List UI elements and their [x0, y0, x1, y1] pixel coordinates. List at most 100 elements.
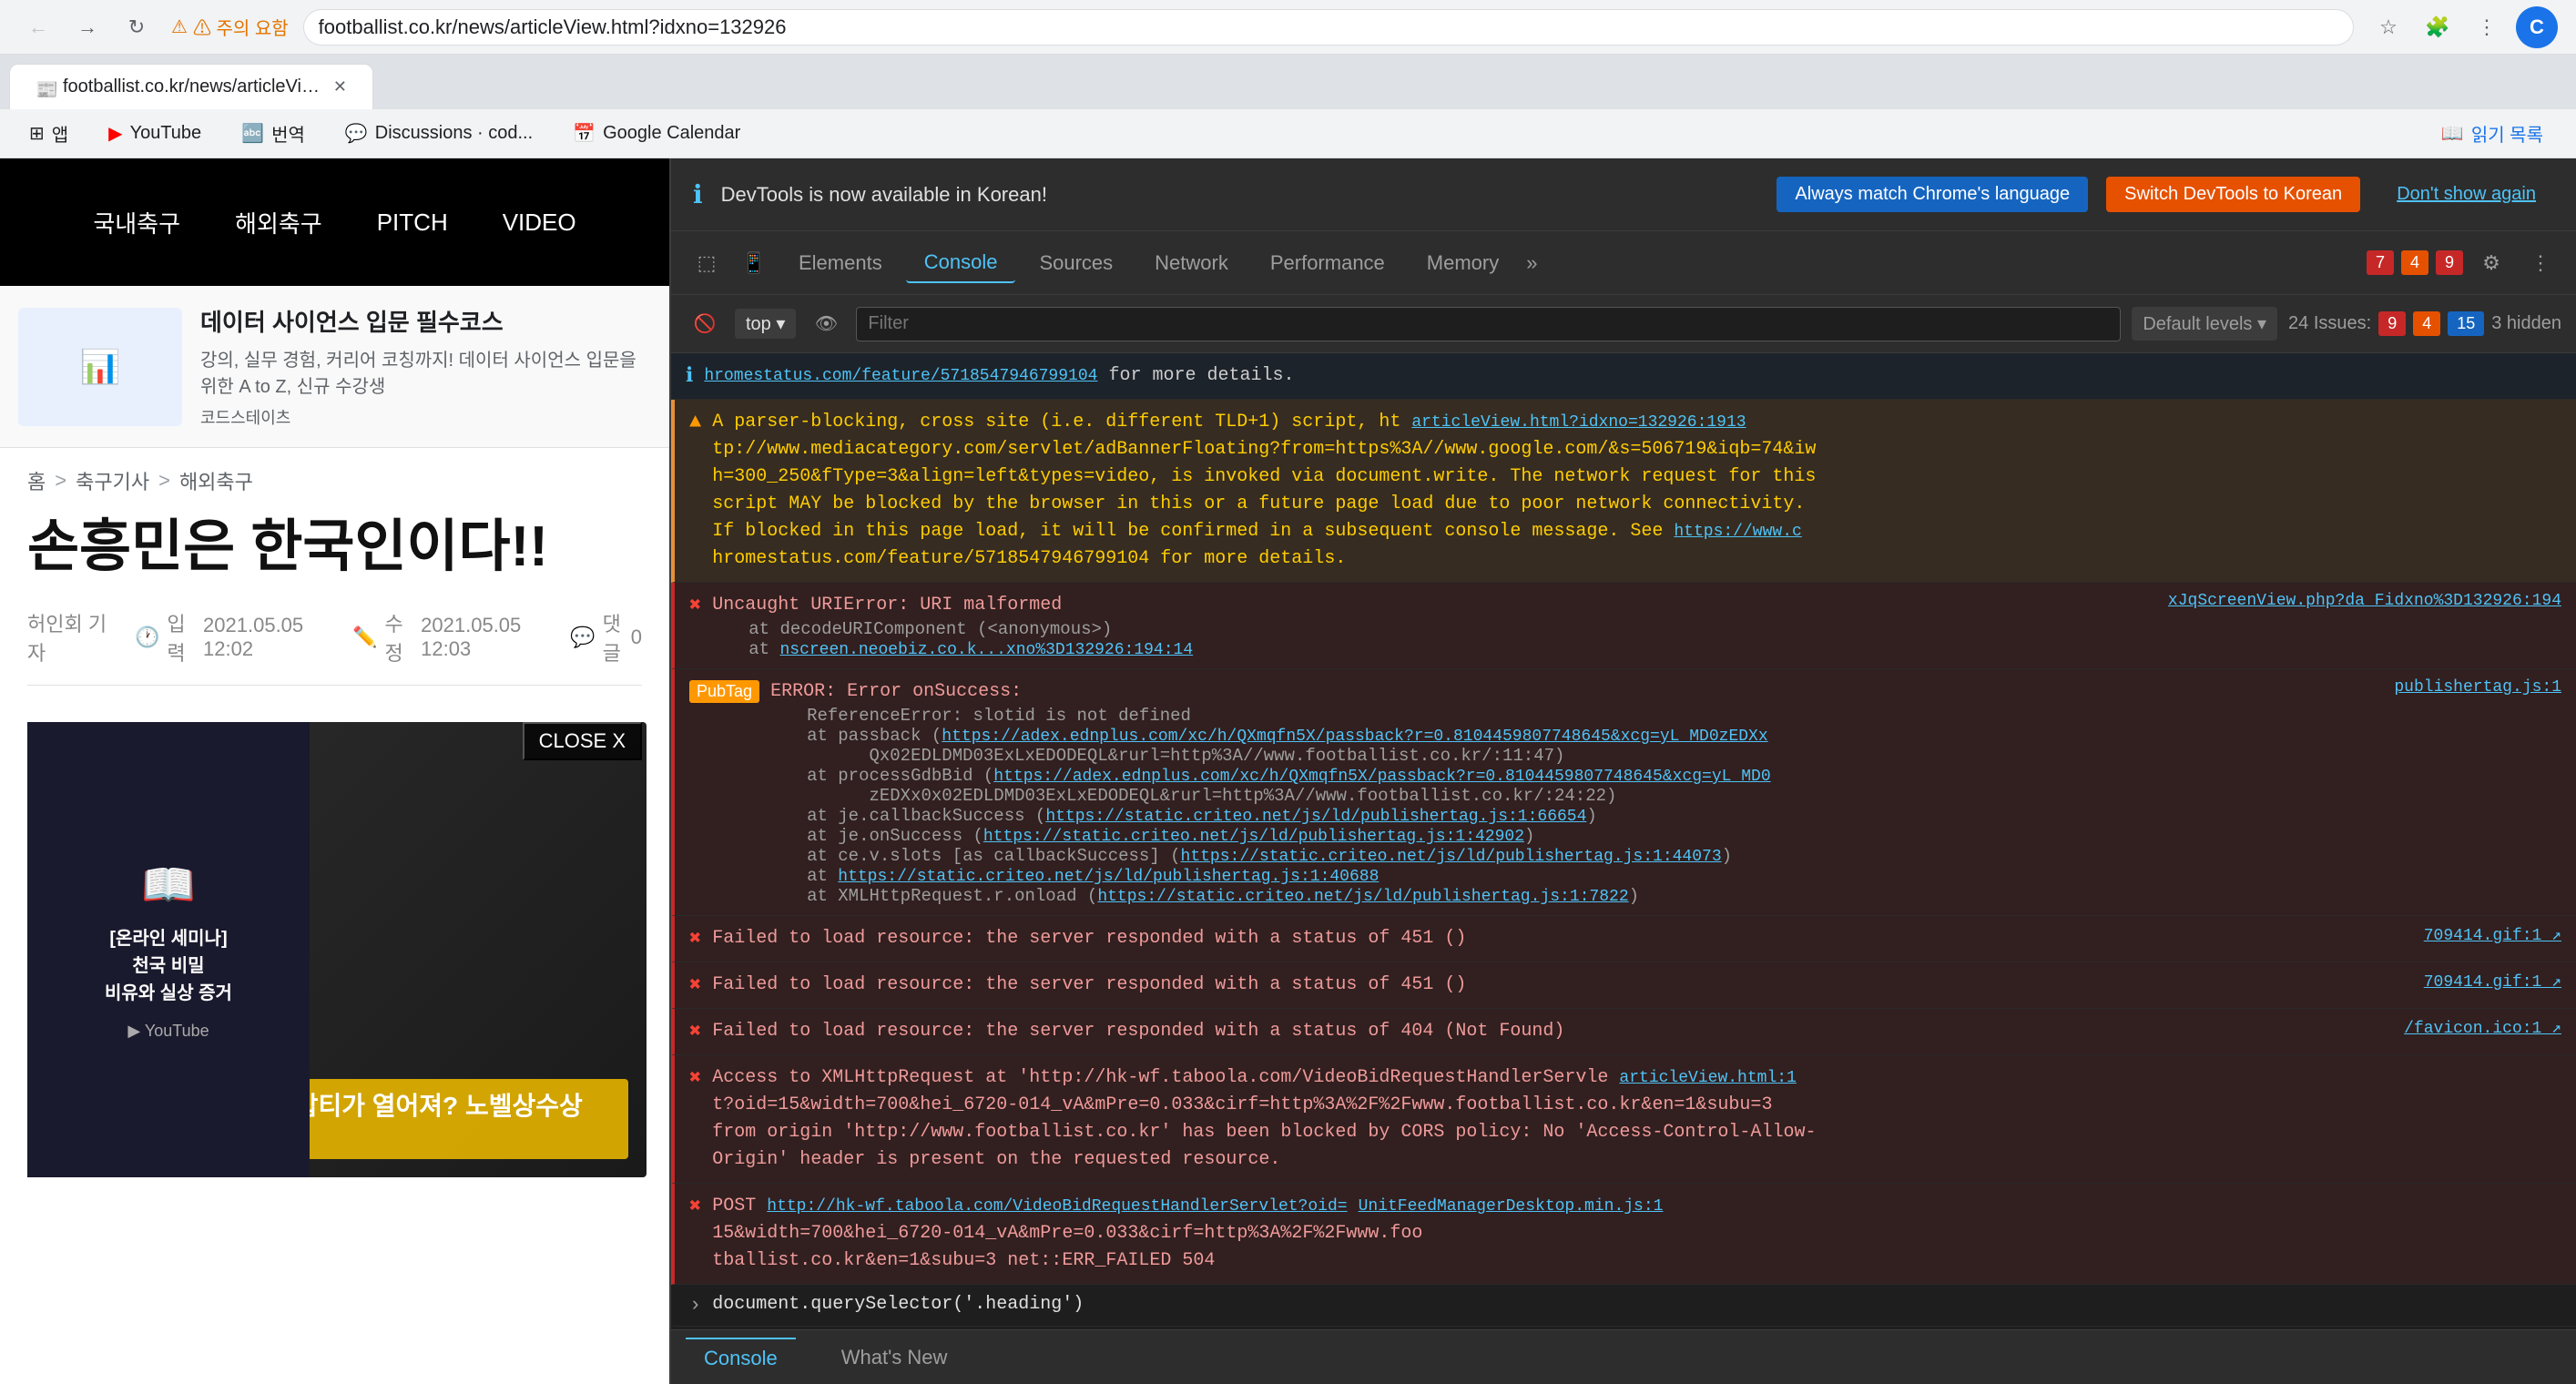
log-source-link[interactable]: UnitFeedManagerDesktop.min.js:1 — [1359, 1197, 1664, 1216]
log-source[interactable]: /favicon.ico:1 ↗ — [2404, 1018, 2561, 1038]
nav-domestic-soccer[interactable]: 국내축구 — [93, 206, 180, 239]
ad-image: 📊 — [18, 308, 182, 426]
error-icon: ✖ — [689, 1195, 701, 1218]
inspect-element-button[interactable]: ⬚ — [686, 242, 728, 284]
tab-memory[interactable]: Memory — [1409, 244, 1517, 282]
error-icon: ✖ — [689, 1066, 701, 1090]
banner-info-icon: ℹ — [693, 179, 703, 209]
website-content: 국내축구 해외축구 PITCH VIDEO 📊 데이터 사이언스 입문 필수코스… — [0, 158, 669, 1384]
log-indent: at decodeURIComponent (<anonymous>) — [712, 619, 2561, 639]
bookmark-discussions[interactable]: 💬 Discussions · cod... — [334, 117, 544, 150]
log-entry: PubTag ERROR: Error onSuccess: publisher… — [671, 669, 2576, 916]
info-icon: ℹ — [686, 364, 693, 388]
clock-icon: 🕐 — [135, 626, 159, 649]
log-text: Failed to load resource: the server resp… — [712, 925, 2412, 952]
log-link[interactable]: https://static.criteo.net/js/ld/publishe… — [1181, 848, 1722, 866]
log-indent: at processGdbBid (https://adex.ednplus.c… — [770, 766, 2561, 806]
tab-network[interactable]: Network — [1136, 244, 1247, 282]
devtools-banner: ℹ DevTools is now available in Korean! A… — [671, 158, 2576, 231]
tab-close-button[interactable]: ✕ — [333, 77, 347, 97]
article-image-container: CLOSE X 📖 [온라인 세미나] 천국 비밀 비유와 실상 증거 ▶ Yo… — [27, 722, 642, 1177]
log-entry: ✖ POST http://hk-wf.taboola.com/VideoBid… — [671, 1184, 2576, 1285]
avatar[interactable]: C — [2516, 6, 2558, 48]
tab-elements[interactable]: Elements — [780, 244, 901, 282]
breadcrumb-home[interactable]: 홈 — [27, 466, 46, 495]
bookmark-calendar[interactable]: 📅 Google Calendar — [562, 117, 751, 150]
log-entry: ✖ Uncaught URIError: URI malformed xJqSc… — [671, 583, 2576, 669]
bookmark-star-button[interactable]: ☆ — [2368, 7, 2408, 47]
match-language-button[interactable]: Always match Chrome's language — [1777, 177, 2088, 212]
tab-console[interactable]: Console — [906, 243, 1016, 283]
eye-button[interactable]: 👁 — [807, 305, 845, 343]
dont-show-again-button[interactable]: Don't show again — [2378, 177, 2554, 212]
device-toggle-button[interactable]: 📱 — [733, 242, 775, 284]
bookmark-apps[interactable]: ⊞ 앱 — [18, 115, 79, 152]
log-link[interactable]: articleView.html:1 — [1619, 1069, 1796, 1087]
ad-banner: 📊 데이터 사이언스 입문 필수코스 강의, 실무 경험, 커리어 코칭까지! … — [0, 286, 669, 448]
browser-tab[interactable]: 📰 footballist.co.kr/news/articleView... … — [9, 64, 373, 109]
refresh-button[interactable]: ↻ — [117, 7, 157, 47]
log-link[interactable]: https://static.criteo.net/js/ld/publishe… — [1045, 808, 1586, 826]
log-link[interactable]: https://static.criteo.net/js/ld/publishe… — [1097, 888, 1628, 906]
tab-title: footballist.co.kr/news/articleView... — [63, 76, 324, 97]
log-link[interactable]: https://static.criteo.net/js/ld/publishe… — [983, 828, 1524, 846]
log-link[interactable]: hromestatus.com/feature/5718547946799104 — [704, 367, 1097, 385]
default-levels-dropdown[interactable]: Default levels ▾ — [2132, 307, 2277, 341]
warning-icon: ⚠ — [171, 15, 188, 38]
log-link[interactable]: https://static.criteo.net/js/ld/publishe… — [838, 868, 1379, 886]
breadcrumb-sep-2: > — [158, 469, 170, 493]
address-bar[interactable]: footballist.co.kr/news/articleView.html?… — [303, 9, 2354, 46]
forward-button[interactable]: → — [67, 7, 107, 47]
error-icon: ✖ — [689, 594, 701, 617]
log-link[interactable]: nscreen.neoebiz.co.k...xno%3D132926:194:… — [779, 641, 1193, 659]
devtools-panel: ℹ DevTools is now available in Korean! A… — [669, 158, 2576, 1384]
log-link[interactable]: https://www.c — [1674, 523, 1801, 541]
clear-console-button[interactable]: 🚫 — [686, 305, 724, 343]
top-frame-selector[interactable]: top ▾ — [735, 309, 796, 339]
article-title: 손흥민은 한국인이다!! — [27, 514, 642, 581]
nav-international-soccer[interactable]: 해외축구 — [235, 206, 322, 239]
devtools-more-button[interactable]: ⋮ — [2520, 242, 2561, 284]
toolbar-right: ☆ 🧩 ⋮ C — [2368, 6, 2558, 48]
log-source[interactable]: xJqScreenView.php?da_Fidxno%3D132926:194 — [2168, 592, 2561, 610]
nav-pitch[interactable]: PITCH — [377, 209, 448, 237]
devtools-bottom-bar: Console What's New — [671, 1329, 2576, 1384]
bottom-tab-whats-new[interactable]: What's New — [823, 1338, 966, 1377]
console-log[interactable]: ℹ hromestatus.com/feature/57185479467991… — [671, 353, 2576, 1329]
star-icon: ☆ — [2379, 15, 2398, 39]
log-entry: ✖ Access to XMLHttpRequest at 'http://hk… — [671, 1055, 2576, 1184]
menu-dots-icon: ⋮ — [2477, 15, 2497, 39]
log-link[interactable]: https://adex.ednplus.com/xc/h/QXmqfn5X/p… — [942, 728, 1767, 746]
site-header: 국내축구 해외축구 PITCH VIDEO — [0, 158, 669, 286]
translate-favicon: 🔤 — [241, 122, 264, 145]
error-icon: ✖ — [689, 973, 701, 997]
nav-video[interactable]: VIDEO — [503, 209, 576, 237]
log-text: Failed to load resource: the server resp… — [712, 1018, 2393, 1045]
extensions-button[interactable]: 🧩 — [2418, 7, 2458, 47]
calendar-favicon: 📅 — [573, 122, 596, 145]
devtools-settings-button[interactable]: ⚙ — [2470, 242, 2512, 284]
log-source[interactable]: 709414.gif:1 ↗ — [2424, 972, 2561, 992]
switch-korean-button[interactable]: Switch DevTools to Korean — [2106, 177, 2360, 212]
log-source[interactable]: publishertag.js:1 — [2394, 678, 2561, 697]
log-link[interactable]: http://hk-wf.taboola.com/VideoBidRequest… — [767, 1197, 1347, 1216]
bookmark-translate[interactable]: 🔤 번역 — [230, 115, 316, 152]
close-button[interactable]: CLOSE X — [523, 722, 642, 760]
bottom-tab-console[interactable]: Console — [686, 1338, 796, 1378]
log-link[interactable]: https://adex.ednplus.com/xc/h/QXmqfn5X/p… — [993, 768, 1770, 786]
bookmark-youtube[interactable]: ▶ YouTube — [97, 117, 212, 150]
log-link[interactable]: articleView.html?idxno=132926:1913 — [1411, 413, 1746, 432]
security-badge: ⚠ ⚠ 주의 요함 — [171, 14, 289, 40]
more-tabs-button[interactable]: » — [1526, 251, 1537, 275]
tab-sources[interactable]: Sources — [1021, 244, 1131, 282]
log-entry: ▲ A parser-blocking, cross site (i.e. di… — [671, 400, 2576, 583]
breadcrumb-soccer-news[interactable]: 축구기사 — [76, 466, 149, 495]
tab-performance[interactable]: Performance — [1252, 244, 1403, 282]
reading-mode-button[interactable]: 📖 읽기 목록 — [2427, 115, 2558, 152]
more-tools-button[interactable]: ⋮ — [2467, 7, 2507, 47]
breadcrumb-international[interactable]: 해외축구 — [179, 466, 253, 495]
log-source[interactable]: 709414.gif:1 ↗ — [2424, 925, 2561, 945]
console-filter-input[interactable] — [856, 307, 2121, 341]
back-button[interactable]: ← — [18, 7, 58, 47]
ad-title: 데이터 사이언스 입문 필수코스 — [200, 304, 651, 338]
